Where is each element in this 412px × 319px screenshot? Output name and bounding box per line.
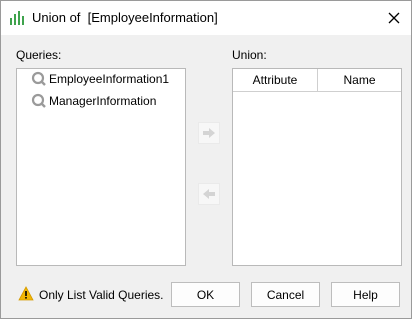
query-icon	[31, 71, 46, 86]
close-icon	[388, 12, 400, 24]
query-item-label: EmployeeInformation1	[49, 72, 170, 86]
remove-from-union-button[interactable]	[198, 183, 220, 205]
column-header-name[interactable]: Name	[318, 69, 401, 91]
query-item-label: ManagerInformation	[49, 94, 157, 108]
add-to-union-button[interactable]	[198, 122, 220, 144]
union-table[interactable]: Attribute Name	[232, 68, 402, 266]
ok-button[interactable]: OK	[171, 282, 240, 307]
queries-label: Queries:	[16, 48, 62, 62]
table-header: Attribute Name	[233, 69, 401, 92]
title-bar: Union of [EmployeeInformation]	[1, 1, 411, 35]
union-label: Union:	[232, 48, 267, 62]
cancel-button[interactable]: Cancel	[251, 282, 320, 307]
chart-bars-icon	[10, 11, 24, 25]
arrow-left-icon	[203, 189, 215, 199]
warning-icon	[18, 286, 34, 301]
window-title: Union of [EmployeeInformation]	[32, 10, 218, 25]
list-item[interactable]: ManagerInformation	[31, 92, 156, 110]
query-icon	[31, 93, 46, 108]
close-button[interactable]	[377, 1, 411, 35]
column-header-attribute[interactable]: Attribute	[233, 69, 318, 91]
queries-list[interactable]: EmployeeInformation1 ManagerInformation	[16, 68, 186, 266]
arrow-right-icon	[203, 128, 215, 138]
union-dialog: Union of [EmployeeInformation] Queries: …	[0, 0, 412, 319]
list-item[interactable]: EmployeeInformation1	[31, 70, 169, 88]
valid-queries-note: Only List Valid Queries.	[39, 288, 164, 302]
help-button[interactable]: Help	[331, 282, 400, 307]
